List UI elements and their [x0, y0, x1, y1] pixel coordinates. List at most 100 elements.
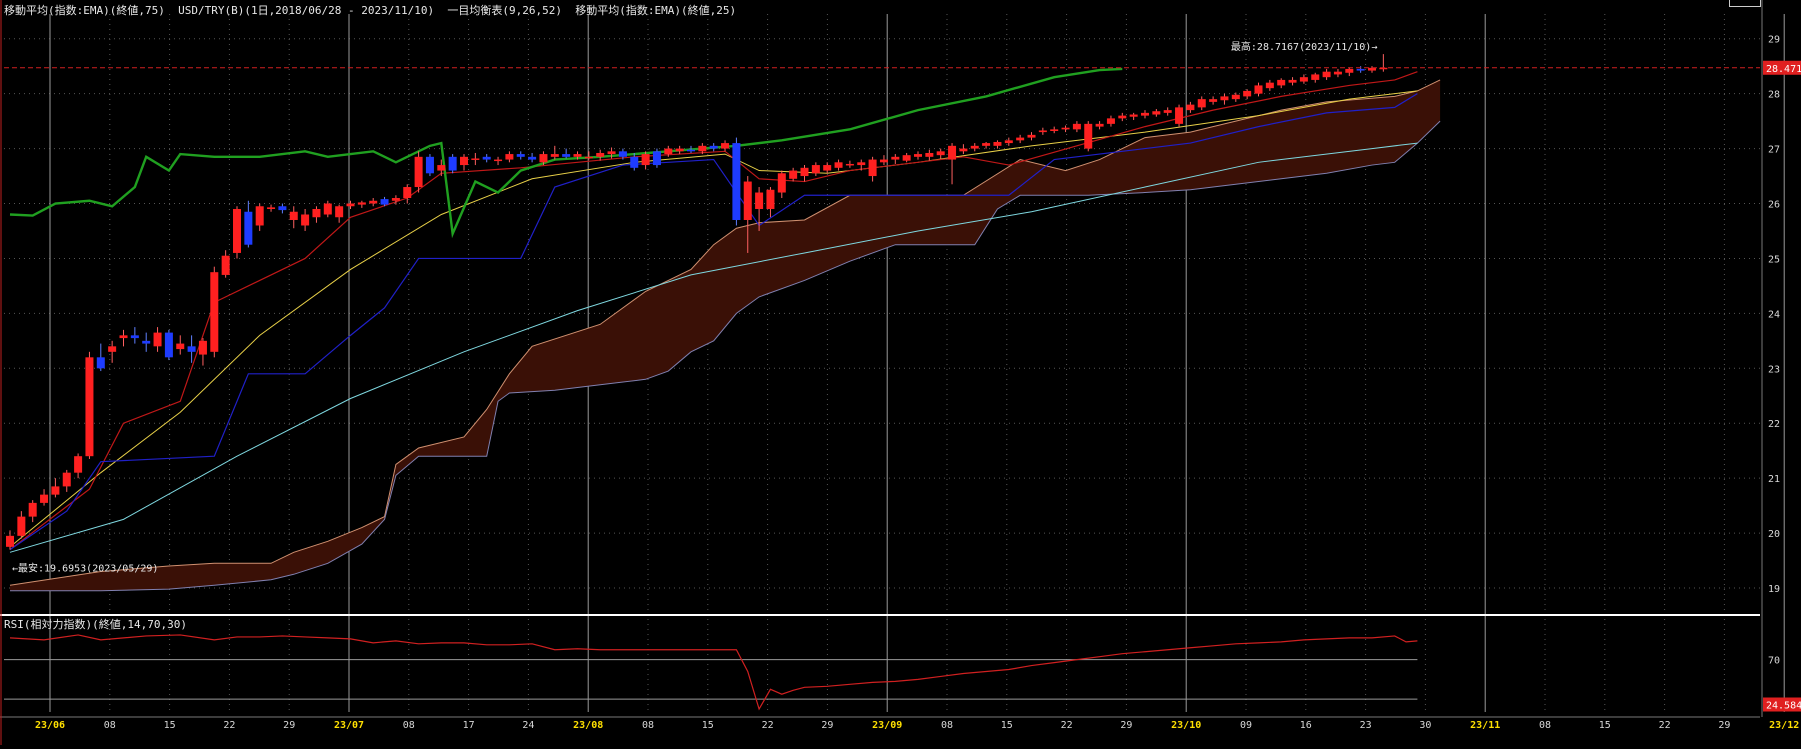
candle [255, 203, 264, 231]
time-tick-label: 29 [1718, 720, 1730, 731]
candle [425, 154, 434, 177]
panel-maximize-button[interactable] [1729, 0, 1761, 7]
candle-body [743, 181, 752, 220]
candle [312, 206, 321, 223]
candle-body [573, 154, 582, 157]
candle-body [1072, 123, 1081, 130]
time-tick-label: 08 [642, 720, 654, 731]
candle [142, 332, 151, 352]
candle-body [233, 209, 241, 253]
time-tick-label: 23/08 [573, 720, 603, 731]
candle [823, 162, 832, 174]
candle [494, 156, 503, 166]
candle [221, 250, 230, 278]
candle-body [970, 145, 979, 149]
candle-body [1265, 82, 1274, 89]
candle-body [1050, 129, 1059, 132]
time-tick-label: 15 [164, 720, 176, 731]
candle-body [755, 192, 764, 210]
candle-body [391, 198, 400, 201]
candle [1197, 96, 1206, 111]
candle-body [267, 207, 276, 210]
candle-body [516, 154, 525, 157]
candle-body [664, 148, 673, 155]
candle-body [414, 156, 423, 188]
candle [1209, 96, 1218, 105]
candle-body [789, 170, 798, 179]
candle-body [482, 156, 491, 160]
candle [834, 159, 843, 171]
candle [982, 141, 991, 149]
candle [993, 140, 1002, 149]
candle [709, 143, 718, 152]
candle-body [357, 202, 366, 205]
candle-body [698, 145, 707, 152]
candle [1356, 66, 1365, 73]
candle-body [1084, 123, 1093, 149]
chart-canvas: 28.4713 最高:28.7167(2023/11/10)→ ←最安:19.695… [0, 0, 1801, 745]
candle [210, 266, 219, 358]
time-tick-label: 08 [1539, 720, 1551, 731]
candle-body [119, 335, 128, 339]
candle [1254, 82, 1263, 97]
candle [1061, 125, 1070, 133]
candle-body [380, 199, 389, 205]
candle [278, 203, 287, 214]
time-tick-label: 08 [941, 720, 953, 731]
candle-body [539, 154, 548, 163]
candle-body [153, 332, 162, 347]
candle-body [675, 148, 684, 152]
candle [550, 145, 559, 160]
candle-body [721, 143, 730, 149]
candle-body [6, 535, 14, 547]
candle [482, 154, 491, 163]
candle-body [187, 346, 196, 352]
rsi-panel: 70 24.5848 [4, 634, 1801, 712]
time-tick-label: 23 [1360, 720, 1372, 731]
candle-body [312, 209, 321, 218]
candle-body [550, 154, 559, 157]
candle-body [1186, 104, 1195, 111]
candle [789, 167, 798, 182]
candle [153, 327, 162, 352]
candle-body [460, 156, 468, 166]
candle-body [607, 151, 616, 155]
candle [1379, 54, 1388, 72]
candle-body [1095, 123, 1104, 127]
candle-body [1356, 68, 1365, 71]
candle-body [1061, 127, 1070, 130]
candle-body [618, 151, 627, 157]
rsi-tick-label: 70 [1768, 656, 1780, 667]
senkou-span-b [10, 120, 1441, 592]
candle [675, 145, 684, 155]
rsi-legend: RSI(相対力指数)(終値,14,70,30) [4, 618, 187, 631]
candle-body [1231, 94, 1240, 100]
candle-body [879, 159, 888, 163]
candle-body [403, 187, 412, 199]
candle [51, 478, 60, 498]
candle-body [993, 141, 1002, 146]
time-tick-label: 30 [1419, 720, 1431, 731]
price-tick-label: 25 [1768, 254, 1780, 265]
candle-body [1197, 99, 1206, 108]
candle [1095, 121, 1104, 130]
candle-body [1333, 71, 1342, 75]
candle-body [709, 145, 718, 149]
candle-body [936, 151, 945, 156]
candle [1277, 78, 1286, 89]
time-tick-label: 15 [1599, 720, 1611, 731]
candle-body [1209, 99, 1218, 102]
candle [176, 335, 185, 355]
time-tick-label: 16 [1300, 720, 1312, 731]
candle [301, 209, 310, 231]
candle-body [562, 154, 571, 157]
candle-body [584, 156, 593, 159]
candle-body [528, 156, 537, 160]
candle [233, 206, 241, 259]
candle [17, 511, 26, 539]
candle [1333, 68, 1342, 78]
time-tick-label: 15 [702, 720, 714, 731]
candle [1163, 107, 1172, 116]
candle [471, 152, 480, 166]
candle [130, 327, 139, 344]
